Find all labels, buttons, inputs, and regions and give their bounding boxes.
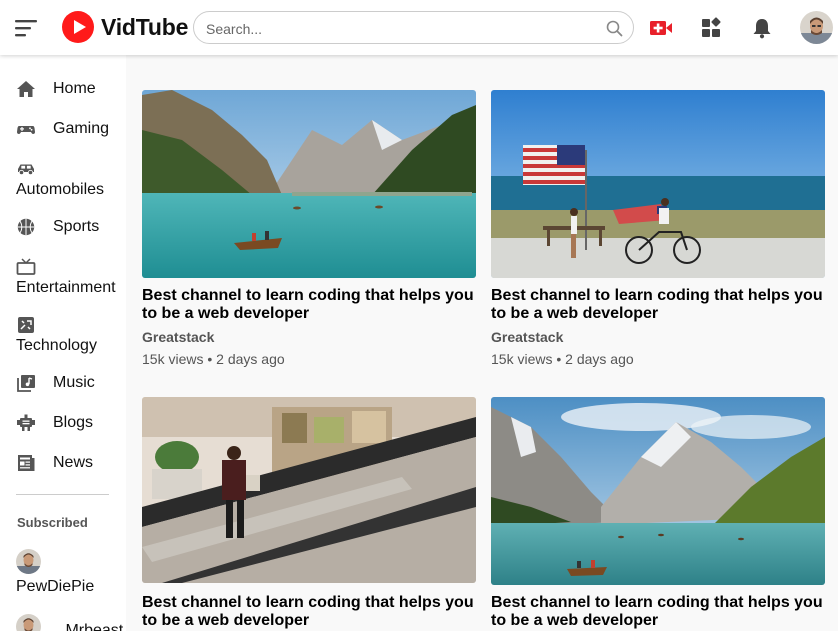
upload-icon[interactable]	[649, 17, 673, 39]
search-input[interactable]	[206, 19, 586, 38]
sidebar-item-home[interactable]: Home	[16, 80, 122, 98]
car-icon	[18, 164, 34, 176]
sidebar-item-music[interactable]: Music	[16, 374, 122, 392]
tv-icon	[16, 258, 36, 275]
sidebar-item-label: Blogs	[53, 414, 94, 431]
video-thumbnail[interactable]	[491, 90, 825, 278]
search-icon[interactable]	[606, 20, 623, 37]
video-title[interactable]: Best channel to learn coding that helps …	[142, 287, 476, 323]
news-icon	[18, 455, 35, 471]
sidebar-item-automobiles[interactable]: Automobiles	[16, 160, 122, 199]
channel-name: Mrbeast	[65, 622, 124, 631]
search-bar[interactable]	[193, 11, 634, 44]
sidebar-item-label: Entertainment	[16, 279, 116, 296]
video-title[interactable]: Best channel to learn coding that helps …	[142, 594, 476, 630]
home-icon	[17, 81, 35, 97]
video-thumbnail[interactable]	[142, 397, 476, 583]
sidebar-item-blogs[interactable]: Blogs	[16, 414, 122, 432]
play-logo-icon	[62, 11, 94, 43]
video-card[interactable]: Best channel to learn coding that helps …	[142, 397, 476, 630]
sidebar-item-entertainment[interactable]: Entertainment	[16, 258, 122, 297]
video-meta: 15k views • 2 days ago	[142, 351, 285, 367]
sidebar-item-sports[interactable]: Sports	[16, 218, 122, 236]
video-thumbnail[interactable]	[142, 90, 476, 278]
sidebar-item-gaming[interactable]: Gaming	[16, 120, 122, 138]
video-title[interactable]: Best channel to learn coding that helps …	[491, 594, 825, 630]
basketball-icon	[17, 218, 35, 236]
sidebar-item-label: News	[53, 454, 94, 471]
sidebar-item-news[interactable]: News	[16, 454, 122, 472]
subscribed-channel-pewdiepie[interactable]: PewDiePie	[16, 549, 94, 596]
music-icon	[17, 375, 35, 392]
video-thumbnail[interactable]	[491, 397, 825, 585]
top-navbar: VidTube	[0, 0, 838, 55]
sidebar-item-technology[interactable]: Technology	[16, 316, 122, 355]
video-title[interactable]: Best channel to learn coding that helps …	[491, 287, 825, 323]
channel-avatar	[16, 613, 41, 631]
video-channel[interactable]: Greatstack	[491, 329, 825, 345]
apps-icon[interactable]	[700, 17, 724, 39]
subscribed-channel-mrbeast[interactable]: Mrbeast	[16, 612, 123, 631]
sidebar-item-label: Music	[53, 374, 95, 391]
brand-name: VidTube	[101, 13, 189, 40]
video-card[interactable]: Best channel to learn coding that helps …	[491, 90, 825, 367]
video-card[interactable]: Best channel to learn coding that helps …	[142, 90, 476, 367]
sidebar-item-label: Sports	[53, 218, 100, 235]
video-meta: 15k views • 2 days ago	[491, 351, 634, 367]
logo[interactable]: VidTube	[62, 11, 188, 43]
tech-icon	[18, 317, 34, 333]
channel-name: PewDiePie	[16, 578, 95, 595]
user-avatar[interactable]	[800, 11, 833, 44]
notification-icon[interactable]	[750, 17, 774, 39]
sidebar: Home Gaming Automobiles Sports Entertain…	[0, 55, 126, 631]
blog-icon	[17, 414, 35, 431]
sidebar-item-label: Automobiles	[16, 181, 105, 198]
menu-icon[interactable]	[15, 18, 37, 38]
sidebar-divider	[16, 494, 109, 495]
sidebar-item-label: Technology	[16, 337, 97, 354]
video-channel[interactable]: Greatstack	[142, 329, 476, 345]
channel-avatar	[16, 549, 41, 574]
subscribed-heading: Subscribed	[17, 515, 88, 530]
sidebar-item-label: Gaming	[53, 120, 110, 137]
video-card[interactable]: Best channel to learn coding that helps …	[491, 397, 825, 630]
gamepad-icon	[17, 126, 35, 134]
sidebar-item-label: Home	[53, 80, 96, 97]
